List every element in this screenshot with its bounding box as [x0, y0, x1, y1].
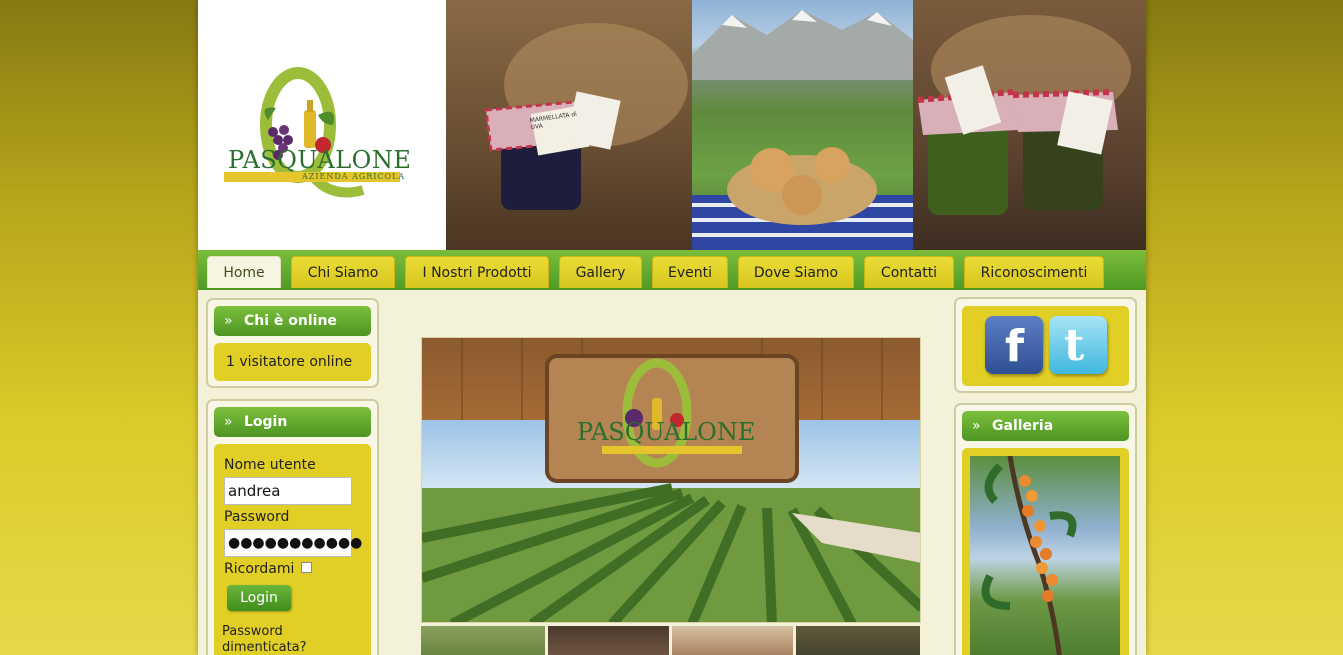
thumbnail-4[interactable] [796, 626, 920, 655]
tab-chi-siamo-label: Chi Siamo [307, 265, 379, 281]
online-module-header: » Chi è online [214, 306, 371, 336]
gallery-photo-apricots[interactable] [970, 456, 1120, 655]
main-featured-image: PASQUALONE [421, 337, 921, 623]
apricot-branch-image [981, 456, 1077, 655]
tab-gallery[interactable]: Gallery [559, 256, 642, 288]
social-module: f t [954, 297, 1137, 393]
tab-dove-siamo-label: Dove Siamo [753, 265, 839, 281]
login-button[interactable]: Login [227, 585, 291, 611]
tab-nostri-prodotti[interactable]: I Nostri Prodotti [405, 256, 549, 288]
gallery-module-body [962, 448, 1129, 655]
brand-subtitle: AZIENDA AGRICOLA [302, 172, 406, 181]
tab-eventi[interactable]: Eventi [652, 256, 728, 288]
vineyard-image: PASQUALONE [422, 338, 920, 622]
header-photo-jam: MARMELLATA di UVA [446, 0, 692, 250]
online-module-title: Chi è online [244, 313, 337, 329]
brand-name: PASQUALONE [228, 146, 412, 174]
password-input[interactable]: ●●●●●●●●●●● [224, 529, 362, 557]
tab-riconoscimenti[interactable]: Riconoscimenti [964, 256, 1104, 288]
site-logo[interactable]: PASQUALONE AZIENDA AGRICOLA [198, 0, 446, 250]
tab-dove-siamo[interactable]: Dove Siamo [738, 256, 854, 288]
tab-nostri-prodotti-label: I Nostri Prodotti [422, 265, 532, 281]
password-label: Password [224, 509, 290, 525]
tab-eventi-label: Eventi [668, 265, 712, 281]
tab-home[interactable]: Home [207, 256, 281, 288]
username-label: Nome utente [224, 457, 316, 473]
gallery-module: » Galleria Fotografica [954, 403, 1137, 655]
sign-brand-name: PASQUALONE [577, 418, 755, 446]
online-module-body: 1 visitatore online [214, 343, 371, 381]
olive-jars-image [917, 15, 1131, 215]
main-navigation: Home Chi Siamo I Nostri Prodotti Gallery… [198, 250, 1146, 290]
login-module-header: » Login [214, 407, 371, 437]
facebook-icon[interactable]: f [985, 316, 1043, 374]
online-count-text: 1 visitatore online [226, 354, 353, 370]
double-chevron-right-icon: » [224, 414, 233, 430]
header-photo-olives [913, 0, 1146, 250]
header-banner: PASQUALONE AZIENDA AGRICOLA MARMELLATA d… [198, 0, 1146, 250]
tab-gallery-label: Gallery [575, 265, 626, 281]
username-input[interactable]: andrea [224, 477, 352, 505]
twitter-icon[interactable]: t [1049, 316, 1107, 374]
social-module-body: f t [962, 306, 1129, 386]
login-form: Nome utente andrea Password ●●●●●●●●●●● … [214, 444, 371, 655]
remember-me-label: Ricordami [224, 561, 295, 577]
landscape-image [692, 10, 913, 250]
remember-me-checkbox[interactable] [301, 562, 312, 573]
tab-contatti[interactable]: Contatti [864, 256, 954, 288]
login-module-title: Login [244, 414, 288, 430]
thumbnail-3[interactable] [672, 626, 793, 655]
login-module: » Login Nome utente andrea Password ●●●●… [206, 399, 379, 655]
online-module: » Chi è online 1 visitatore online [206, 298, 379, 388]
page-container: PASQUALONE AZIENDA AGRICOLA MARMELLATA d… [198, 0, 1146, 655]
double-chevron-right-icon: » [224, 313, 233, 329]
tab-chi-siamo[interactable]: Chi Siamo [291, 256, 395, 288]
header-photo-landscape [692, 0, 913, 250]
tab-riconoscimenti-label: Riconoscimenti [980, 265, 1088, 281]
logo-emblem-icon [224, 67, 400, 198]
tab-contatti-label: Contatti [880, 265, 938, 281]
double-chevron-right-icon: » [972, 418, 981, 434]
gallery-module-header: » Galleria Fotografica [962, 411, 1129, 464]
thumbnail-2[interactable] [548, 626, 669, 655]
tab-home-label: Home [223, 265, 265, 281]
forgot-password-link[interactable]: Password dimenticata? [222, 624, 342, 655]
thumbnail-1[interactable] [421, 626, 545, 655]
